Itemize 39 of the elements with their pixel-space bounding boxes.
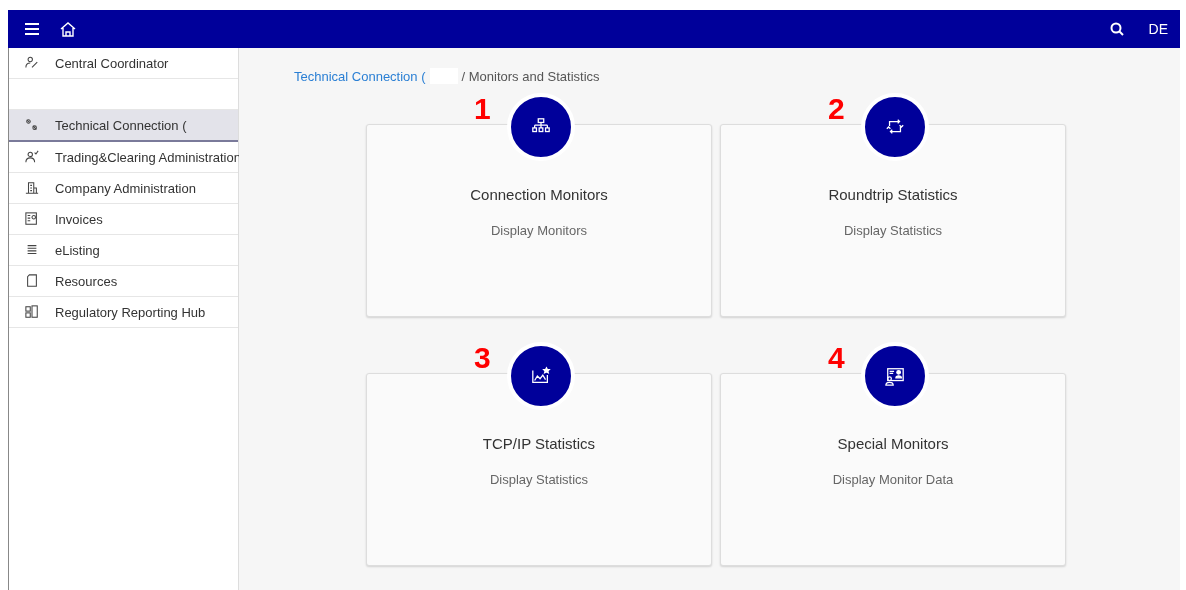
sidebar-item[interactable]: Resources (9, 266, 238, 297)
tile[interactable]: Connection Monitors Display Monitors (366, 124, 712, 317)
tile[interactable]: TCP/IP Statistics Display Statistics (366, 373, 712, 566)
tile-subtitle: Display Statistics (489, 472, 589, 487)
sidebar-item[interactable]: Company Administration (9, 173, 238, 204)
annotation-number: 3 (474, 344, 491, 372)
sidebar-item[interactable]: eListing (9, 235, 238, 266)
annotation-number: 2 (828, 95, 845, 123)
sidebar-item[interactable]: Technical Connection ( (9, 110, 238, 142)
tile-title: Roundtrip Statistics (828, 186, 958, 203)
person-pen-icon (25, 56, 39, 70)
list-icon (25, 243, 39, 257)
sidebar-item[interactable]: Regulatory Reporting Hub (9, 297, 238, 328)
sidebar-item[interactable]: Central Coordinator (9, 48, 238, 79)
chart-icon (530, 366, 552, 386)
language-button[interactable]: DE (1148, 21, 1168, 37)
invoice-icon (25, 212, 39, 226)
menu-icon[interactable] (24, 21, 40, 37)
breadcrumb-current: / Monitors and Statistics (461, 68, 600, 84)
tile-subtitle: Display Monitors (490, 223, 588, 238)
tile[interactable]: Special Monitors Display Monitor Data (720, 373, 1066, 566)
breadcrumb-link[interactable]: Technical Connection ( (294, 68, 426, 84)
sidebar-item[interactable]: Trading&Clearing Administration (9, 142, 238, 173)
tile-title: Special Monitors (837, 435, 949, 452)
tile-title: Connection Monitors (470, 186, 608, 203)
search-icon[interactable] (1108, 21, 1125, 37)
tile[interactable]: Roundtrip Statistics Display Statistics (720, 124, 1066, 317)
tile-subtitle: Display Statistics (843, 223, 943, 238)
tile-title: TCP/IP Statistics (482, 435, 596, 452)
card-icon (884, 366, 906, 386)
grid-icon (25, 305, 39, 319)
sidebar-item[interactable]: Invoices (9, 204, 238, 235)
building-icon (25, 181, 39, 195)
annotation-number: 4 (828, 344, 845, 372)
tile-subtitle: Display Monitor Data (832, 472, 954, 487)
document-icon (25, 274, 39, 288)
annotation-number: 1 (474, 95, 491, 123)
person-check-icon (25, 150, 39, 164)
home-icon[interactable] (60, 21, 76, 37)
